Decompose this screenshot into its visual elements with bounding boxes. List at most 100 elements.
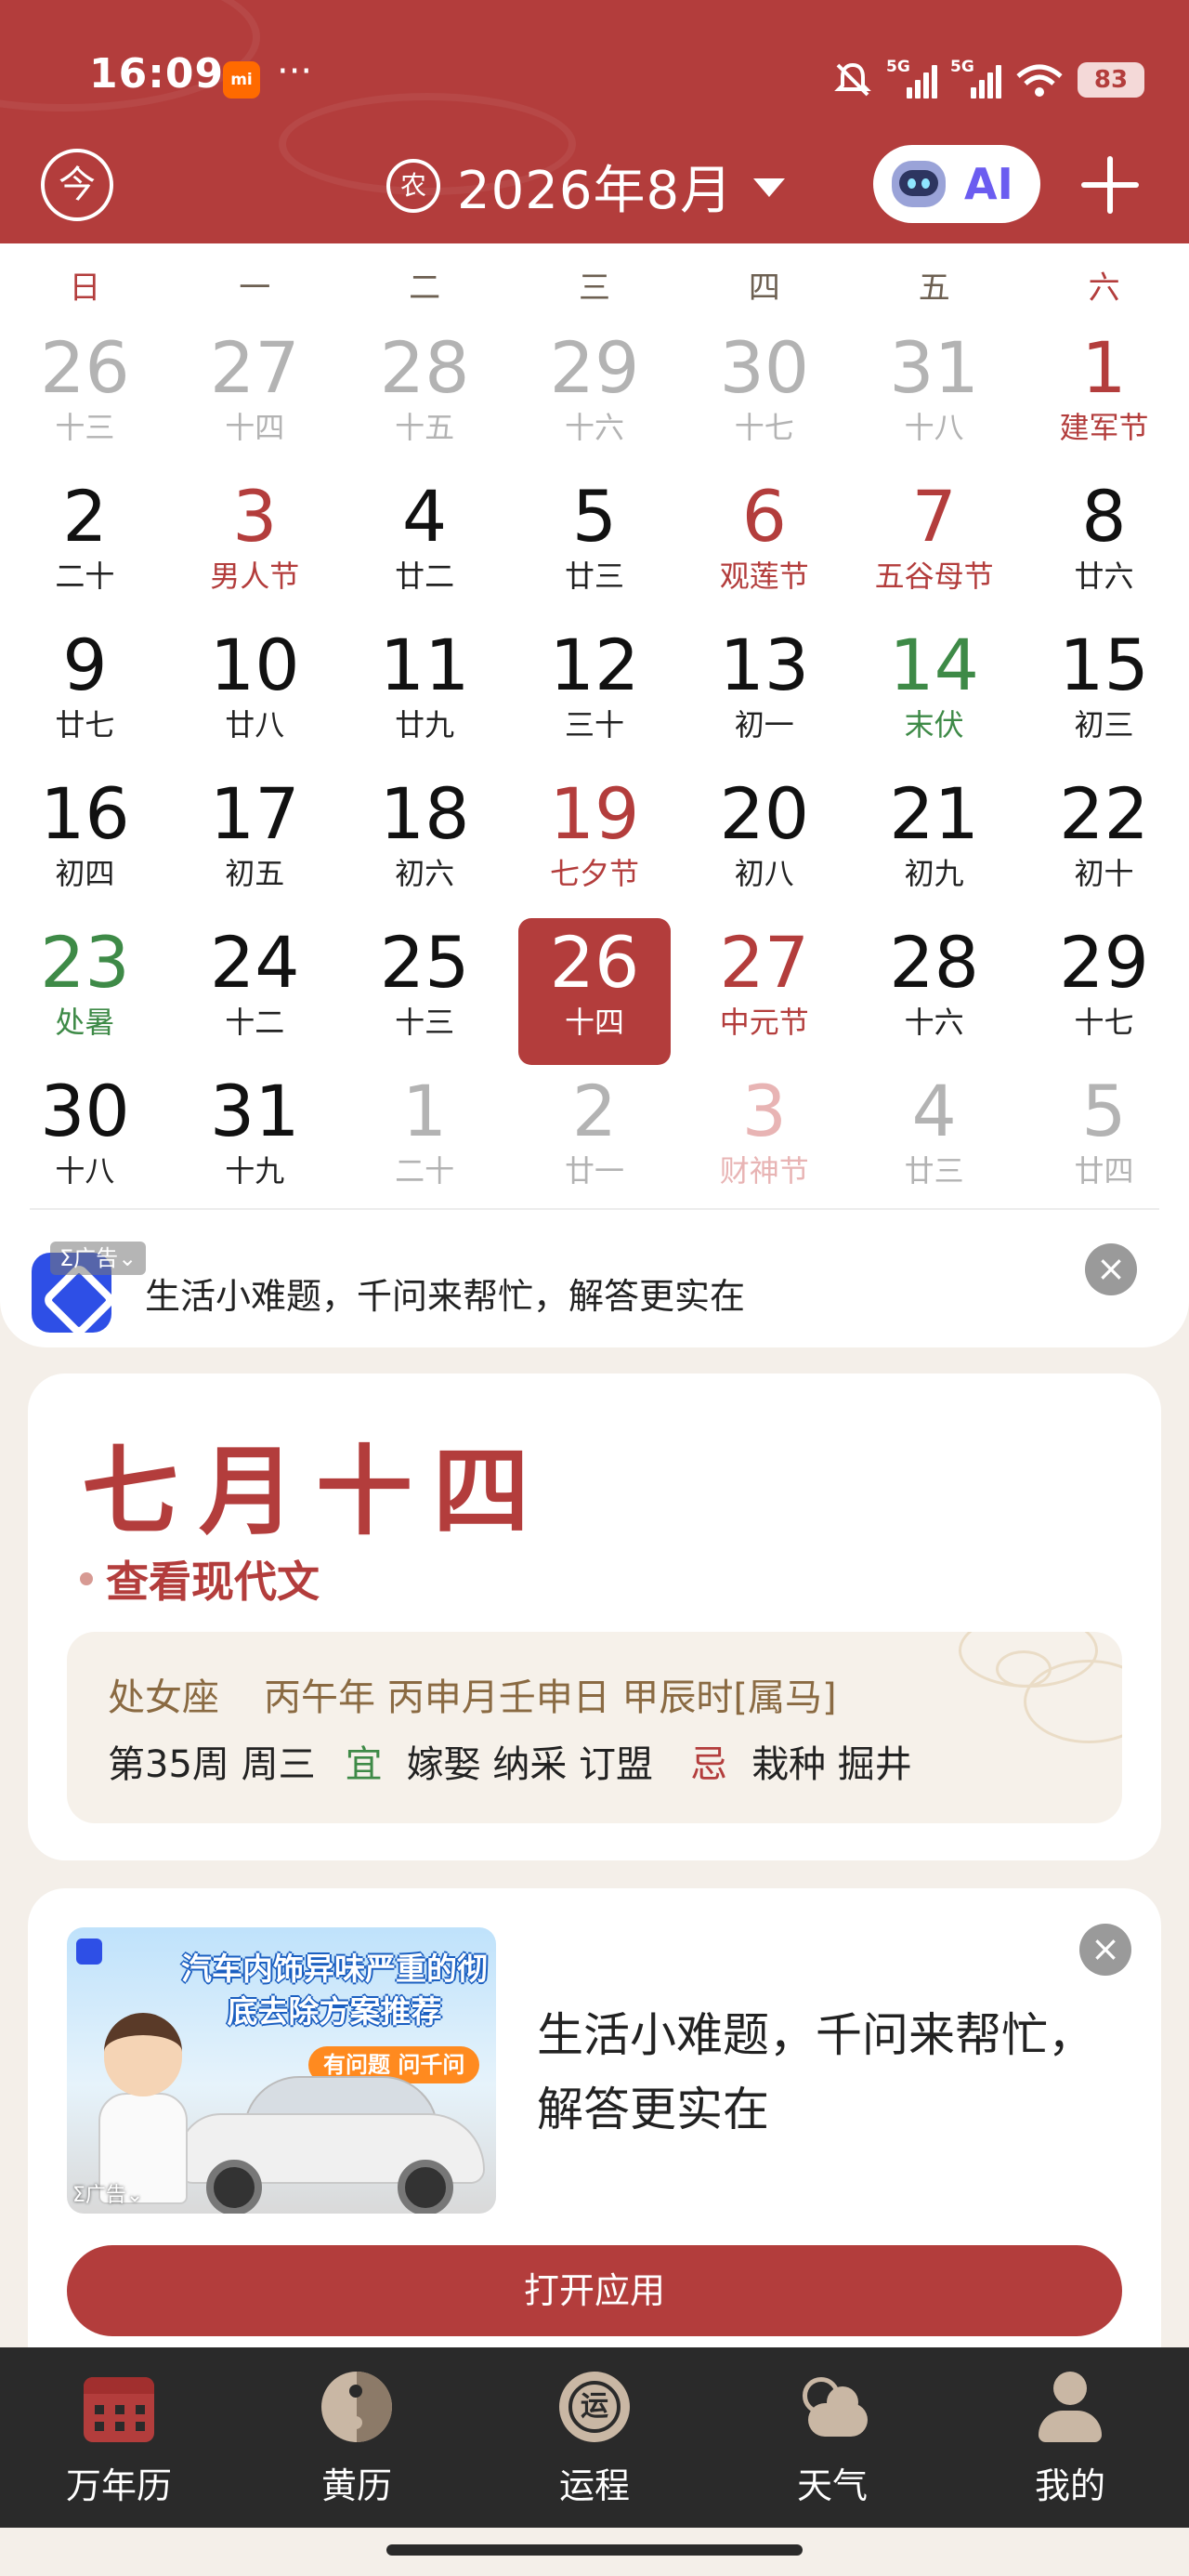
selected-day-cell[interactable]: 26 十四: [510, 918, 680, 1067]
ai-assistant-button[interactable]: AI: [873, 145, 1040, 223]
ganzhi-text: 丙午年 丙申月壬申日 甲辰时[属马]: [264, 1676, 837, 1719]
nav-fortune[interactable]: 运 运程: [476, 2347, 713, 2528]
day-cell[interactable]: 6 观莲节: [679, 472, 849, 621]
day-number: 27: [719, 921, 810, 1004]
day-cell[interactable]: 29 十六: [510, 323, 680, 472]
day-cell[interactable]: 25 十三: [340, 918, 510, 1067]
day-cell[interactable]: 22 初十: [1019, 769, 1189, 918]
day-cell[interactable]: 4 廿二: [340, 472, 510, 621]
day-cell[interactable]: 5 廿四: [1019, 1067, 1189, 1216]
close-icon[interactable]: ×: [1085, 1243, 1137, 1295]
ad-card[interactable]: 汽车内饰异味严重的彻底去除方案推荐 有问题 问千问 Σ广告⌄ 生活小难题，千问来…: [28, 1888, 1161, 2353]
nav-almanac[interactable]: 黄历: [238, 2347, 476, 2528]
day-number: 28: [889, 921, 979, 1004]
nav-profile[interactable]: 我的: [951, 2347, 1189, 2528]
signal-icon: 5G: [950, 58, 1001, 99]
day-cell[interactable]: 8 廿六: [1019, 472, 1189, 621]
day-number: 3: [741, 1070, 787, 1152]
day-cell[interactable]: 26 十三: [0, 323, 170, 472]
day-number: 28: [379, 326, 470, 409]
day-cell[interactable]: 31 十九: [170, 1067, 340, 1216]
add-event-button[interactable]: [1063, 138, 1156, 230]
ad-banner-text[interactable]: 生活小难题，千问来帮忙，解答更实在: [145, 1268, 745, 1319]
day-number: 7: [911, 475, 957, 558]
day-cell[interactable]: 14 末伏: [849, 621, 1019, 769]
lunar-day-label: 初三: [1074, 707, 1134, 743]
day-cell[interactable]: 29 十七: [1019, 918, 1189, 1067]
day-cell[interactable]: 20 初八: [679, 769, 849, 918]
day-cell[interactable]: 27 中元节: [679, 918, 849, 1067]
signal-type-label: 5G: [950, 58, 974, 76]
day-cell[interactable]: 23 处暑: [0, 918, 170, 1067]
ad-label[interactable]: Σ广告⌄: [72, 2178, 143, 2208]
today-button[interactable]: 今: [41, 149, 113, 221]
almanac-info-box[interactable]: 处女座 丙午年 丙申月壬申日 甲辰时[属马] 第35周 周三宜嫁娶 纳采 订盟忌栽…: [67, 1632, 1122, 1823]
nav-label: 天气: [796, 2465, 868, 2506]
day-cell[interactable]: 21 初九: [849, 769, 1019, 918]
lunar-day-label: 廿二: [395, 559, 455, 594]
modern-text-label: 查看现代文: [106, 1557, 320, 1607]
zodiac-sign: 处女座: [108, 1676, 219, 1719]
day-cell[interactable]: 5 廿三: [510, 472, 680, 621]
lunar-toggle-icon[interactable]: 农: [386, 159, 440, 213]
weekday-label: 六: [1088, 269, 1120, 307]
nav-calendar[interactable]: 万年历: [0, 2347, 238, 2528]
home-indicator[interactable]: [386, 2544, 803, 2556]
day-cell[interactable]: 1 二十: [340, 1067, 510, 1216]
day-cell[interactable]: 30 十七: [679, 323, 849, 472]
day-cell[interactable]: 27 十四: [170, 323, 340, 472]
weekday-header: 日一二三四五六: [0, 262, 1189, 309]
weekday-label: 五: [918, 269, 950, 307]
month-calendar: 日一二三四五六 26 十三 27 十四 28 十五 29 十六 30 十七 31 十八 1 建军节 2 二十 3…: [0, 243, 1189, 1347]
view-modern-text-link[interactable]: 查看现代文: [80, 1548, 320, 1610]
day-cell[interactable]: 2 廿一: [510, 1067, 680, 1216]
day-cell[interactable]: 28 十六: [849, 918, 1019, 1067]
day-cell[interactable]: 1 建军节: [1019, 323, 1189, 472]
day-cell[interactable]: 31 十八: [849, 323, 1019, 472]
day-number: 5: [571, 475, 618, 558]
more-notifications-icon: ···: [277, 50, 313, 93]
day-cell[interactable]: 4 廿三: [849, 1067, 1019, 1216]
day-cell[interactable]: 18 初六: [340, 769, 510, 918]
day-cell[interactable]: 13 初一: [679, 621, 849, 769]
day-number: 22: [1059, 772, 1149, 855]
nav-weather[interactable]: 天气: [713, 2347, 951, 2528]
mi-notification-icon: mi: [223, 61, 260, 99]
day-cell[interactable]: 3 财神节: [679, 1067, 849, 1216]
day-cell[interactable]: 10 廿八: [170, 621, 340, 769]
day-number: 8: [1081, 475, 1127, 558]
calendar-week-row: 2 二十 3 男人节 4 廿二 5 廿三 6 观莲节 7 五谷母节 8 廿六: [0, 472, 1189, 621]
lunar-day-label: 处暑: [55, 1005, 115, 1040]
lunar-day-label: 十六: [904, 1005, 964, 1040]
lunar-day-label: 建军节: [1059, 410, 1149, 445]
day-cell[interactable]: 16 初四: [0, 769, 170, 918]
lunar-day-label: 初四: [55, 856, 115, 891]
day-cell[interactable]: 15 初三: [1019, 621, 1189, 769]
date-detail-card[interactable]: 七月十四 查看现代文 处女座 丙午年 丙申月壬申日 甲辰时[属马] 第35周 周三…: [28, 1373, 1161, 1860]
day-number: 4: [911, 1070, 957, 1152]
close-icon[interactable]: ×: [1079, 1924, 1131, 1976]
ad-image[interactable]: 汽车内饰异味严重的彻底去除方案推荐 有问题 问千问 Σ广告⌄: [67, 1927, 496, 2214]
month-picker[interactable]: 农 2026年8月: [386, 149, 786, 223]
day-cell[interactable]: 28 十五: [340, 323, 510, 472]
day-cell[interactable]: 30 十八: [0, 1067, 170, 1216]
lunar-day-label: 十五: [395, 410, 455, 445]
open-app-button[interactable]: 打开应用: [67, 2245, 1122, 2336]
ad-banner[interactable]: Σ广告⌄ 生活小难题，千问来帮忙，解答更实在 ×: [0, 1216, 1189, 1336]
day-cell[interactable]: 24 十二: [170, 918, 340, 1067]
day-cell[interactable]: 19 七夕节: [510, 769, 680, 918]
day-cell[interactable]: 3 男人节: [170, 472, 340, 621]
day-cell[interactable]: 17 初五: [170, 769, 340, 918]
day-cell[interactable]: 2 二十: [0, 472, 170, 621]
day-number: 1: [401, 1070, 448, 1152]
weekday-label: 日: [69, 269, 101, 307]
calendar-week-row: 9 廿七 10 廿八 11 廿九 12 三十 13 初一 14 末伏 15 初三: [0, 621, 1189, 769]
day-cell[interactable]: 9 廿七: [0, 621, 170, 769]
day-cell[interactable]: 11 廿九: [340, 621, 510, 769]
ad-label[interactable]: Σ广告⌄: [50, 1242, 147, 1275]
ganzhi-row: 处女座 丙午年 丙申月壬申日 甲辰时[属马]: [108, 1667, 837, 1721]
day-number: 21: [889, 772, 979, 855]
day-cell[interactable]: 12 三十: [510, 621, 680, 769]
ad-description[interactable]: 生活小难题，千问来帮忙，解答更实在: [537, 1998, 1094, 2147]
day-cell[interactable]: 7 五谷母节: [849, 472, 1019, 621]
